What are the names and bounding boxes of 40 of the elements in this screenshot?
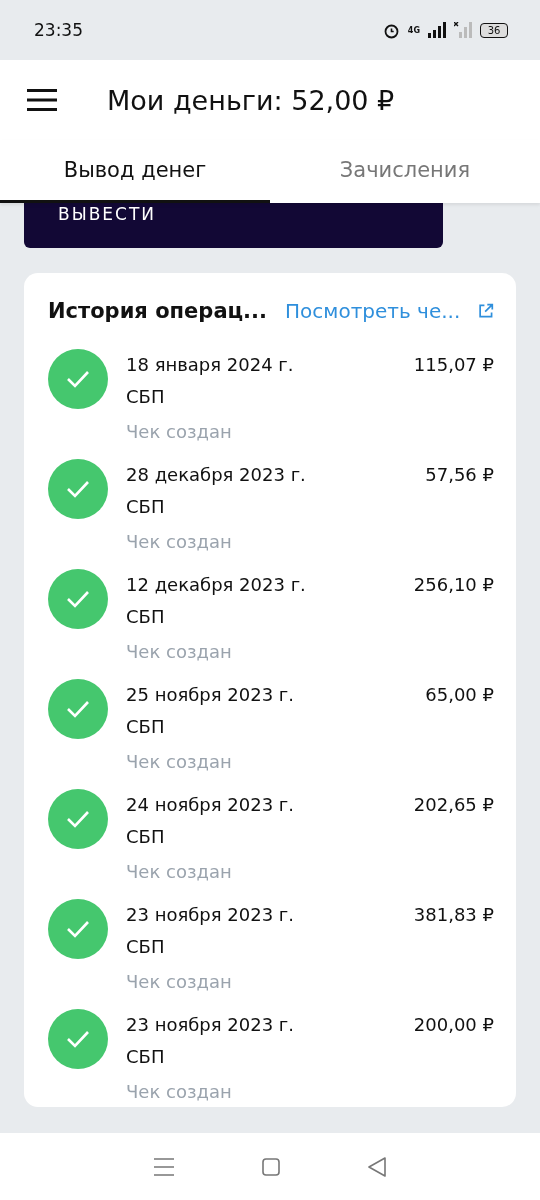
payment-method: СБП	[126, 605, 166, 629]
payment-method: СБП	[126, 385, 166, 409]
payment-method: СБП	[126, 935, 166, 959]
page-title: Мои деньги: 52,00 ₽	[107, 84, 395, 116]
no-signal-icon	[454, 22, 472, 38]
receipt-status: Чек создан	[126, 640, 233, 664]
home-icon[interactable]	[262, 1157, 280, 1176]
operation-amount: 200,00 ₽	[413, 1013, 494, 1037]
network-type: 4G	[407, 25, 420, 35]
menu-icon[interactable]	[27, 89, 57, 111]
withdraw-button[interactable]: ВЫВЕСТИ	[24, 203, 443, 248]
payment-method: СБП	[126, 715, 166, 739]
battery-indicator: 36	[480, 22, 508, 38]
receipt-status: Чек создан	[126, 970, 233, 994]
receipt-status: Чек создан	[126, 530, 233, 554]
receipt-status: Чек создан	[126, 860, 233, 884]
operation-amount: 381,83 ₽	[413, 903, 494, 927]
operation-date: 28 декабря 2023 г.	[126, 463, 306, 487]
tab[interactable]: Зачисления	[270, 140, 540, 203]
back-icon[interactable]	[368, 1156, 386, 1177]
operation-amount: 256,10 ₽	[413, 573, 494, 597]
receipt-status: Чек создан	[126, 420, 233, 444]
operation-date: 12 декабря 2023 г.	[126, 573, 306, 597]
operation-amount: 115,07 ₽	[413, 353, 494, 377]
operation-amount: 65,00 ₽	[425, 683, 494, 707]
operation-date: 25 ноября 2023 г.	[126, 683, 295, 707]
operation-date: 24 ноября 2023 г.	[126, 793, 295, 817]
operation-date: 18 января 2024 г.	[126, 353, 294, 377]
payment-method: СБП	[126, 1045, 166, 1069]
operation-amount: 202,65 ₽	[413, 793, 494, 817]
receipt-status: Чек создан	[126, 1080, 233, 1104]
operation-date: 23 ноября 2023 г.	[126, 1013, 295, 1037]
status-time: 23:35	[34, 20, 83, 40]
operation-date: 23 ноября 2023 г.	[126, 903, 295, 927]
payment-method: СБП	[126, 825, 166, 849]
signal-icon	[428, 22, 446, 38]
receipt-status: Чек создан	[126, 750, 233, 774]
operation-amount: 57,56 ₽	[425, 463, 494, 487]
payment-method: СБП	[126, 495, 166, 519]
section-title: История операц...	[48, 299, 268, 323]
